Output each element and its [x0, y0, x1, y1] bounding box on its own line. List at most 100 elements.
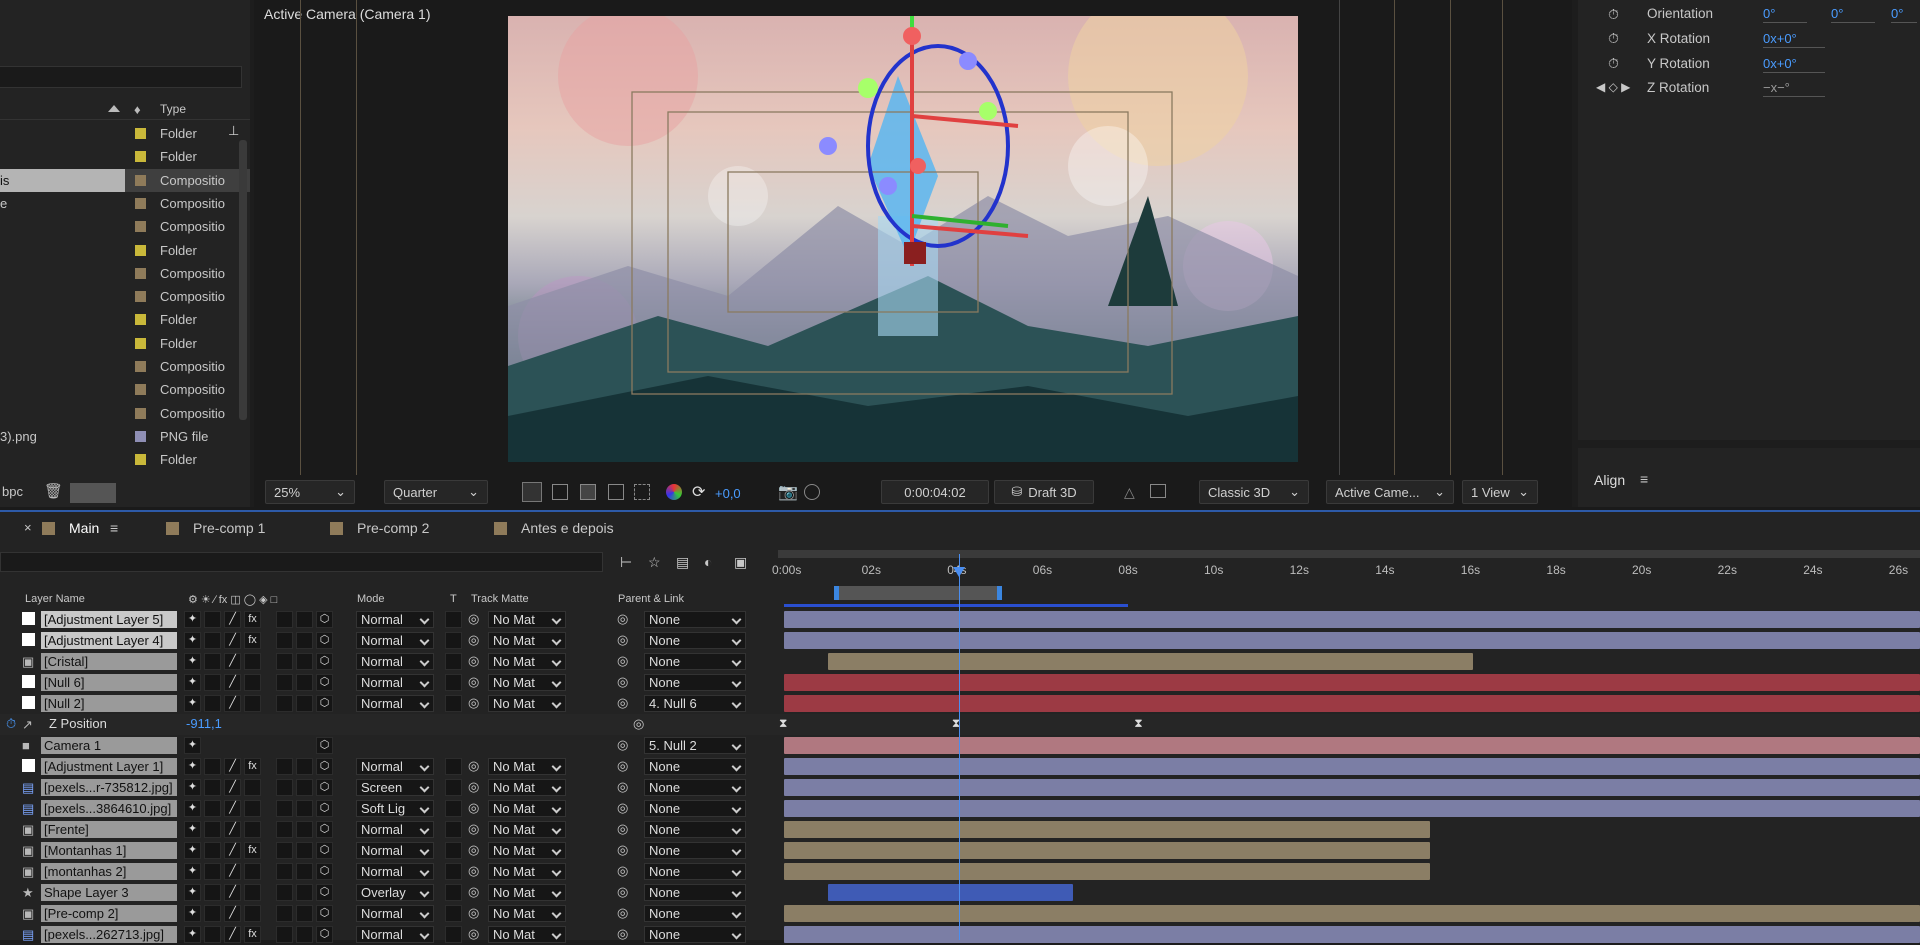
switch-toggle[interactable]: ⬡	[316, 905, 333, 922]
parent-dropdown[interactable]: None	[644, 905, 746, 922]
switch-toggle[interactable]: ⬡	[316, 800, 333, 817]
switch-toggle[interactable]	[244, 674, 261, 691]
layer-duration-bar[interactable]	[784, 758, 1920, 775]
switch-toggle[interactable]: ╱	[224, 695, 241, 712]
keyframe-icon[interactable]: ⧗	[1134, 716, 1142, 731]
track-matte-dropdown[interactable]: No Mat	[488, 674, 566, 691]
blend-mode-dropdown[interactable]: Normal	[356, 695, 434, 712]
parent-pickwhip-icon[interactable]: ◎	[617, 863, 628, 879]
layer-duration-bar[interactable]	[784, 800, 1920, 817]
project-item[interactable]: Folder	[0, 122, 250, 145]
switch-toggle[interactable]: ╱	[224, 758, 241, 775]
switch-toggle[interactable]	[296, 800, 313, 817]
preserve-transparency-toggle[interactable]	[445, 653, 462, 670]
switch-toggle[interactable]: ╱	[224, 779, 241, 796]
track-matte-header[interactable]: Track Matte	[471, 593, 529, 605]
matte-pickwhip-icon[interactable]: ◎	[468, 611, 479, 627]
switch-toggle[interactable]	[204, 821, 221, 838]
matte-pickwhip-icon[interactable]: ◎	[468, 821, 479, 837]
parent-pickwhip-icon[interactable]: ◎	[617, 695, 628, 711]
parent-dropdown[interactable]: None	[644, 632, 746, 649]
flowchart-icon[interactable]: ⊥	[228, 123, 244, 139]
composition-viewer[interactable]: Active Camera (Camera 1) 25%⌄ Quarter⌄	[254, 0, 1572, 507]
switch-toggle[interactable]: ⬡	[316, 653, 333, 670]
switch-toggle[interactable]	[296, 821, 313, 838]
project-item[interactable]: Folder	[0, 448, 250, 471]
switch-toggle[interactable]: ╱	[224, 905, 241, 922]
switch-toggle[interactable]	[204, 611, 221, 628]
switch-toggle[interactable]	[204, 779, 221, 796]
label-tag-icon[interactable]: ♦	[134, 102, 141, 117]
layer-name[interactable]: [Adjustment Layer 1]	[41, 758, 177, 775]
switch-toggle[interactable]: ⬡	[316, 758, 333, 775]
work-area-bar[interactable]	[834, 586, 1002, 600]
switch-toggle[interactable]	[204, 884, 221, 901]
switch-toggle[interactable]	[204, 695, 221, 712]
layer-name[interactable]: [Frente]	[41, 821, 177, 838]
parent-dropdown[interactable]: None	[644, 842, 746, 859]
label-color-swatch[interactable]	[135, 454, 146, 466]
switch-toggle[interactable]	[204, 926, 221, 943]
layer-row[interactable]: [Null 2] ✦ ╱ ⬡ Normal ◎ No Mat ◎ 4. Null 6	[0, 693, 1920, 714]
region-of-interest-icon[interactable]	[608, 484, 624, 500]
label-color-swatch[interactable]	[135, 314, 146, 326]
switch-toggle[interactable]: ╱	[224, 653, 241, 670]
comp-tab[interactable]: Antes e depois	[494, 518, 614, 538]
3d-ground-plane-icon[interactable]: △	[1124, 484, 1135, 501]
blend-mode-dropdown[interactable]: Normal	[356, 863, 434, 880]
layer-row[interactable]: ▤ [pexels...262713.jpg] ✦ ╱ fx ⬡ Normal ◎ No Mat…	[0, 924, 1920, 945]
switch-toggle[interactable]: ✦	[184, 737, 201, 754]
track-matte-dropdown[interactable]: No Mat	[488, 821, 566, 838]
switch-toggle[interactable]: ✦	[184, 842, 201, 859]
switch-toggle[interactable]	[244, 863, 261, 880]
switch-toggle[interactable]: ⬡	[316, 884, 333, 901]
switch-toggle[interactable]	[204, 863, 221, 880]
blend-mode-dropdown[interactable]: Normal	[356, 842, 434, 859]
parent-dropdown[interactable]: None	[644, 653, 746, 670]
switch-toggle[interactable]: ✦	[184, 863, 201, 880]
switch-toggle[interactable]: ⬡	[316, 632, 333, 649]
parent-pickwhip-icon[interactable]: ◎	[617, 632, 628, 648]
blend-mode-dropdown[interactable]: Normal	[356, 611, 434, 628]
project-item[interactable]: Compositio	[0, 215, 250, 238]
parent-dropdown[interactable]: None	[644, 758, 746, 775]
switch-toggle[interactable]	[204, 632, 221, 649]
orientation-stopwatch-icon[interactable]: ⏱	[1608, 6, 1619, 23]
parent-pickwhip-icon[interactable]: ◎	[617, 842, 628, 858]
composition-frame[interactable]	[508, 16, 1298, 462]
timeline-navigator[interactable]	[778, 550, 1920, 558]
layer-duration-bar[interactable]	[828, 884, 1073, 901]
label-color-swatch[interactable]	[135, 361, 146, 372]
layer-duration-bar[interactable]	[828, 653, 1474, 670]
switch-toggle[interactable]: ✦	[184, 821, 201, 838]
layer-name[interactable]: [Adjustment Layer 4]	[41, 632, 177, 649]
label-color-swatch[interactable]	[135, 407, 146, 419]
switch-toggle[interactable]: ✦	[184, 800, 201, 817]
parent-dropdown[interactable]: None	[644, 800, 746, 817]
switch-toggle[interactable]: ╱	[224, 632, 241, 649]
draft-3d-toggle[interactable]: ⛁ Draft 3D	[994, 480, 1094, 504]
label-color-swatch[interactable]	[135, 221, 146, 233]
preserve-transparency-toggle[interactable]	[445, 758, 462, 775]
project-item[interactable]: Compositio	[0, 378, 250, 401]
parent-dropdown[interactable]: None	[644, 821, 746, 838]
track-matte-dropdown[interactable]: No Mat	[488, 863, 566, 880]
switch-toggle[interactable]: ⬡	[316, 674, 333, 691]
blend-mode-dropdown[interactable]: Overlay	[356, 884, 434, 901]
parent-dropdown[interactable]: 5. Null 2	[644, 737, 746, 754]
track-matte-dropdown[interactable]: No Mat	[488, 842, 566, 859]
preserve-transparency-toggle[interactable]	[445, 674, 462, 691]
track-matte-dropdown[interactable]: No Mat	[488, 632, 566, 649]
track-matte-dropdown[interactable]: No Mat	[488, 758, 566, 775]
switch-toggle[interactable]: ✦	[184, 632, 201, 649]
switch-toggle[interactable]	[296, 842, 313, 859]
tab-menu-icon[interactable]: ≡	[110, 520, 118, 536]
parent-pickwhip-icon[interactable]: ◎	[617, 653, 628, 669]
preserve-transparency-toggle[interactable]	[445, 821, 462, 838]
pickwhip-icon[interactable]: ◎	[633, 716, 644, 732]
renderer-dropdown[interactable]: Classic 3D ⌄	[1199, 480, 1309, 504]
switch-toggle[interactable]: ⬡	[316, 737, 333, 754]
switches-header-icons[interactable]: ⚙ ☀ ∕ fx ◫ ◯ ◈ □	[188, 593, 277, 606]
switch-toggle[interactable]: ╱	[224, 926, 241, 943]
blend-mode-dropdown[interactable]: Normal	[356, 758, 434, 775]
